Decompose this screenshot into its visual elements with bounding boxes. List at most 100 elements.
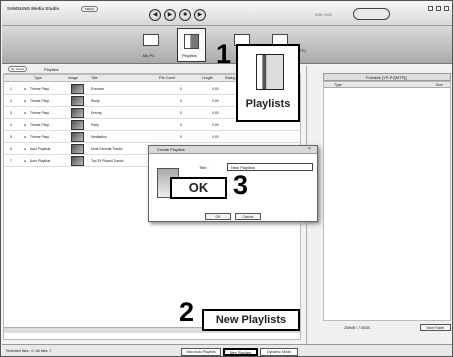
my-studio-button[interactable]: My Studio <box>8 66 27 72</box>
title-field-label: Title : <box>199 165 209 170</box>
play-icon[interactable]: ▶ <box>164 9 176 21</box>
playlist-thumbnail <box>71 108 84 118</box>
playlist-type-icon: ● <box>24 159 27 163</box>
step-1-marker: 1 <box>216 39 232 69</box>
skip-back-icon[interactable]: ◀ <box>149 9 161 21</box>
my-pc-label: My PC <box>143 53 155 58</box>
dialog-title-bar: Create Playlists × <box>149 146 317 154</box>
playlist-length: 0:00 <box>212 99 219 103</box>
step-3-marker: 3 <box>233 170 249 200</box>
playlist-type: Theme Playl... <box>30 123 52 127</box>
playlist-type-icon: ● <box>24 123 27 127</box>
dialog-close-icon[interactable]: × <box>308 146 311 152</box>
playlists-label: Playlists <box>182 53 197 58</box>
playlist-type-icon: ● <box>24 147 27 151</box>
close-button[interactable] <box>444 6 449 11</box>
playlist-thumbnail <box>71 120 84 130</box>
length-column-header[interactable]: Length <box>202 76 213 80</box>
row-number: 6 <box>10 147 12 151</box>
ok-callout: OK <box>170 177 227 199</box>
playlist-type: Theme Playl... <box>30 99 52 103</box>
dialog-title: Create Playlists <box>157 147 185 152</box>
playlist-type: Theme Playl... <box>30 111 52 115</box>
playlist-thumbnail <box>71 144 84 154</box>
step-2-marker: 2 <box>179 297 195 327</box>
title-column-header[interactable]: Title <box>91 76 98 80</box>
file-count: 0 <box>180 99 182 103</box>
playlists-icon <box>184 34 199 49</box>
file-count: 0 <box>180 123 182 127</box>
rating-column-header[interactable]: Rating <box>225 76 235 80</box>
playlist-title: Study <box>91 99 100 103</box>
portable-toolbar: Portable [YP-P2[MTP]] <box>323 73 451 81</box>
new-auto-playlists-button[interactable]: New Auto Playlists <box>181 348 221 356</box>
menu-button[interactable]: MENU <box>81 6 98 12</box>
playlist-title: Most Favorite Tracks <box>91 147 123 151</box>
dialog-ok-button[interactable]: OK <box>205 213 231 220</box>
file-count: 0 <box>180 87 182 91</box>
playlist-type: Auto Playlists <box>30 159 51 163</box>
new-playlists-button[interactable]: New Playlists <box>223 348 258 356</box>
playlists-callout-icon <box>256 54 284 90</box>
stop-icon[interactable]: ■ <box>179 9 191 21</box>
playlist-type: Theme Playl... <box>30 87 52 91</box>
playlists-callout-label: Playlists <box>245 98 291 110</box>
my-pc-icon[interactable] <box>143 34 159 46</box>
portable-list-header: Type Size <box>324 82 450 88</box>
playlist-type-icon: ● <box>24 99 27 103</box>
playlist-thumbnail <box>71 84 84 94</box>
playlist-thumbnail <box>71 132 84 142</box>
playback-time: 0:00 / 0:00 <box>315 13 332 17</box>
row-number: 7 <box>10 159 12 163</box>
playlists-nav-button[interactable]: Playlists <box>177 28 206 62</box>
playlists-callout: Playlists <box>236 44 300 122</box>
portable-title: Portable [YP-P2[MTP]] <box>366 75 407 80</box>
file-count: 0 <box>180 111 182 115</box>
type-column-header[interactable]: Type <box>34 76 42 80</box>
playlist-length: 0:00 <box>212 123 219 127</box>
file-count-column-header[interactable]: File Count <box>159 76 175 80</box>
playlist-thumbnail <box>71 156 84 166</box>
volume-control[interactable] <box>353 8 390 20</box>
table-row[interactable]: 5 ● Theme Playl... Meditation 0 0:00 <box>4 131 300 143</box>
file-count: 0 <box>180 135 182 139</box>
media-studio-window: SAMSUNG Media Studio MENU ◀ ▶ ■ ▶ 0:00 /… <box>0 0 453 357</box>
portable-panel: Portable [YP-P2[MTP]] Type Size 255MB / … <box>306 66 452 344</box>
dynamic-mode-button[interactable]: Dynamic Mode <box>260 348 298 356</box>
playlist-title: Driving <box>91 111 102 115</box>
playlist-toolbar-title: Playlists <box>44 67 59 72</box>
new-folder-button[interactable]: New Folder <box>420 324 451 331</box>
playlist-length: 0:00 <box>212 111 219 115</box>
selection-status: Selected lists : 0, All lists: 7 <box>6 349 52 353</box>
skip-forward-icon[interactable]: ▶ <box>194 9 206 21</box>
ok-callout-label: OK <box>188 180 209 195</box>
playlist-length: 0:00 <box>212 135 219 139</box>
portable-file-list: Type Size <box>323 81 451 321</box>
row-number: 2 <box>10 99 12 103</box>
playlist-title: Meditation <box>91 135 107 139</box>
new-playlists-callout-label: New Playlists <box>215 314 287 326</box>
new-playlists-callout: New Playlists <box>202 309 300 331</box>
row-number: 1 <box>10 87 12 91</box>
dialog-cancel-button[interactable]: Cancel <box>235 213 261 220</box>
row-number: 3 <box>10 111 12 115</box>
playlist-thumbnail <box>71 96 84 106</box>
minimize-button[interactable] <box>428 6 433 11</box>
playlist-title: Exercise <box>91 87 105 91</box>
playlist-type: Auto Playlists <box>30 147 51 151</box>
app-title: SAMSUNG Media Studio <box>7 6 60 11</box>
maximize-button[interactable] <box>436 6 441 11</box>
title-bar: SAMSUNG Media Studio MENU ◀ ▶ ■ ▶ 0:00 /… <box>2 2 452 26</box>
playlist-type-icon: ● <box>24 111 27 115</box>
playlist-length: 0:00 <box>212 87 219 91</box>
row-number: 4 <box>10 123 12 127</box>
playlist-type-icon: ● <box>24 135 27 139</box>
status-bar: Selected lists : 0, All lists: 7 New Aut… <box>2 344 452 356</box>
playlist-title: Top 25 Played Tracks <box>91 159 124 163</box>
row-number: 5 <box>10 135 12 139</box>
playlist-type-icon: ● <box>24 87 27 91</box>
playlist-title: Party <box>91 123 99 127</box>
portable-size-header[interactable]: Size <box>436 83 443 87</box>
portable-type-header[interactable]: Type <box>334 83 342 87</box>
image-column-header[interactable]: Image <box>68 76 78 80</box>
